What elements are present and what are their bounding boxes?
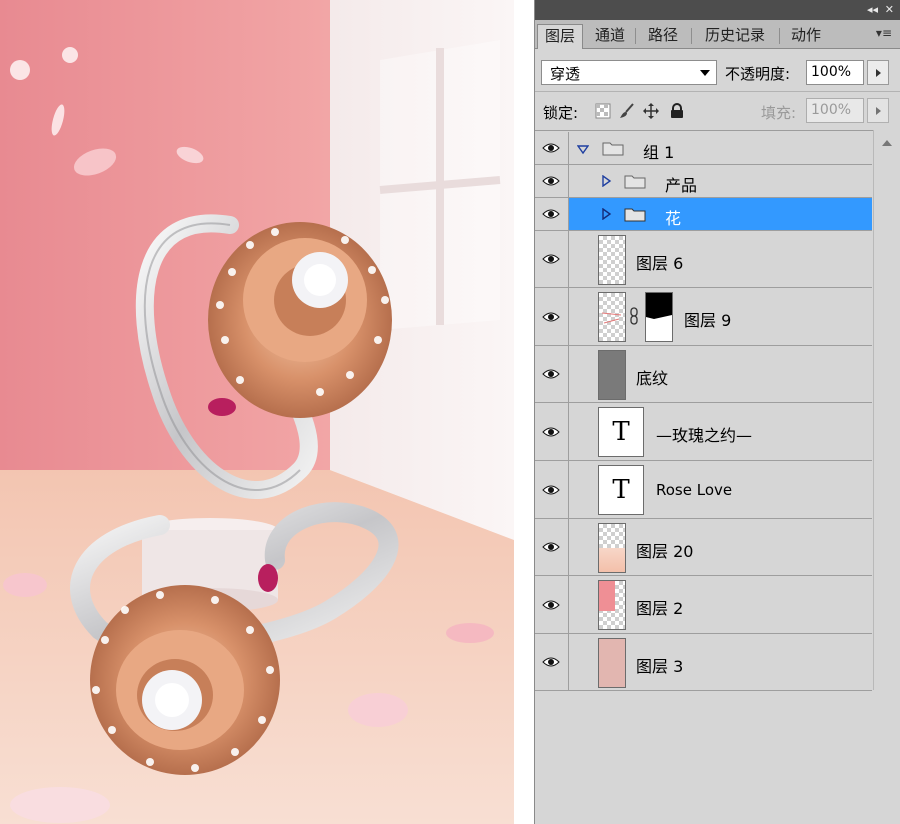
- fill-input[interactable]: 100%: [806, 98, 864, 123]
- layers-panel: ◂◂ ✕ 图层 通道 路径 历史记录 动作 ▾≡ 穿透 不透明度: 100% 锁…: [534, 0, 900, 824]
- fill-label: 填充:: [761, 104, 797, 122]
- layer-name: 花: [665, 209, 682, 228]
- folder-icon: [624, 208, 646, 222]
- panel-tabs: 图层 通道 路径 历史记录 动作 ▾≡: [535, 20, 900, 49]
- product-photo: [0, 0, 514, 824]
- eye-icon[interactable]: [542, 143, 560, 153]
- layer-row-text-rose-promise[interactable]: T —玫瑰之约—: [535, 403, 872, 461]
- expand-arrow-icon[interactable]: [600, 175, 612, 187]
- tab-actions[interactable]: 动作: [783, 24, 829, 48]
- eye-icon[interactable]: [542, 209, 560, 219]
- folder-icon: [624, 175, 646, 189]
- layer-name: Rose Love: [656, 481, 733, 499]
- tab-paths[interactable]: 路径: [639, 24, 687, 48]
- eye-icon[interactable]: [542, 427, 560, 437]
- eye-icon[interactable]: [542, 600, 560, 610]
- eye-icon[interactable]: [542, 657, 560, 667]
- layer-row-text-rose-love[interactable]: T Rose Love: [535, 461, 872, 519]
- layer-row-texture[interactable]: 底纹: [535, 346, 872, 403]
- lock-row: 锁定: 填充: 100%: [535, 92, 900, 131]
- layer-thumbnail: [598, 235, 626, 285]
- opacity-input[interactable]: 100%: [806, 60, 864, 85]
- eye-icon[interactable]: [542, 369, 560, 379]
- layer-list-scrollbar[interactable]: [873, 130, 900, 690]
- folder-icon: [602, 142, 624, 156]
- document-canvas[interactable]: [0, 0, 514, 824]
- lock-label: 锁定:: [543, 104, 579, 122]
- layer-list: 组 1 产品 花 图层 6 图层 9 底纹 T —玫瑰之约— T Rose Lo…: [535, 130, 872, 691]
- eye-icon[interactable]: [542, 312, 560, 322]
- layer-row-layer-2[interactable]: 图层 2: [535, 576, 872, 634]
- layer-name: 图层 3: [636, 657, 684, 676]
- layer-name: 图层 2: [636, 599, 684, 618]
- tab-history[interactable]: 历史记录: [695, 24, 775, 48]
- layer-row-flower[interactable]: 花: [535, 198, 872, 231]
- panel-menu-button[interactable]: ▾≡: [876, 26, 892, 40]
- fill-slider-button[interactable]: [867, 98, 889, 123]
- chevron-down-icon: [700, 70, 710, 76]
- layer-name: 底纹: [636, 369, 669, 388]
- blend-mode-select[interactable]: 穿透: [541, 60, 717, 85]
- panel-title-bar[interactable]: ◂◂ ✕: [535, 0, 900, 20]
- chain-link-icon[interactable]: [629, 307, 639, 325]
- layer-thumbnail: [598, 350, 626, 400]
- layer-row-layer-6[interactable]: 图层 6: [535, 231, 872, 288]
- layer-name: 图层 6: [636, 254, 684, 273]
- blend-mode-value: 穿透: [550, 65, 581, 83]
- text-layer-icon: T: [598, 407, 644, 457]
- expand-arrow-icon[interactable]: [600, 208, 612, 220]
- move-icon[interactable]: [643, 103, 659, 119]
- layer-row-layer-9[interactable]: 图层 9: [535, 288, 872, 346]
- brush-icon[interactable]: [619, 103, 635, 119]
- eye-icon[interactable]: [542, 542, 560, 552]
- lock-transparent-icon[interactable]: [595, 103, 611, 119]
- canvas-gutter: [514, 0, 534, 824]
- layer-row-layer-20[interactable]: 图层 20: [535, 519, 872, 576]
- layer-thumbnail: [598, 580, 626, 630]
- scroll-up-arrow-icon[interactable]: [882, 140, 892, 146]
- layer-thumbnail: [598, 523, 626, 573]
- layer-name: —玫瑰之约—: [656, 426, 753, 445]
- text-layer-icon: T: [598, 465, 644, 515]
- eye-icon[interactable]: [542, 176, 560, 186]
- layer-name: 图层 9: [684, 311, 732, 330]
- tab-layers[interactable]: 图层: [537, 24, 583, 49]
- tab-channels[interactable]: 通道: [587, 24, 633, 48]
- layer-mask-thumbnail[interactable]: [645, 292, 673, 342]
- layer-row-group-1[interactable]: 组 1: [535, 132, 872, 165]
- eye-icon[interactable]: [542, 254, 560, 264]
- eye-icon[interactable]: [542, 485, 560, 495]
- layer-name: 产品: [665, 176, 698, 195]
- expand-arrow-icon[interactable]: [577, 143, 589, 155]
- layer-thumbnail: [598, 292, 626, 342]
- collapse-panel-button[interactable]: ◂◂: [867, 3, 878, 17]
- layer-name: 图层 20: [636, 542, 694, 561]
- lock-all-icon[interactable]: [669, 103, 685, 119]
- opacity-label: 不透明度:: [725, 65, 791, 83]
- opacity-slider-button[interactable]: [867, 60, 889, 85]
- layer-row-product[interactable]: 产品: [535, 165, 872, 198]
- layer-row-layer-3[interactable]: 图层 3: [535, 634, 872, 691]
- layer-thumbnail: [598, 638, 626, 688]
- layer-name: 组 1: [643, 143, 675, 162]
- blend-row: 穿透 不透明度: 100%: [535, 49, 900, 92]
- close-panel-button[interactable]: ✕: [885, 3, 894, 17]
